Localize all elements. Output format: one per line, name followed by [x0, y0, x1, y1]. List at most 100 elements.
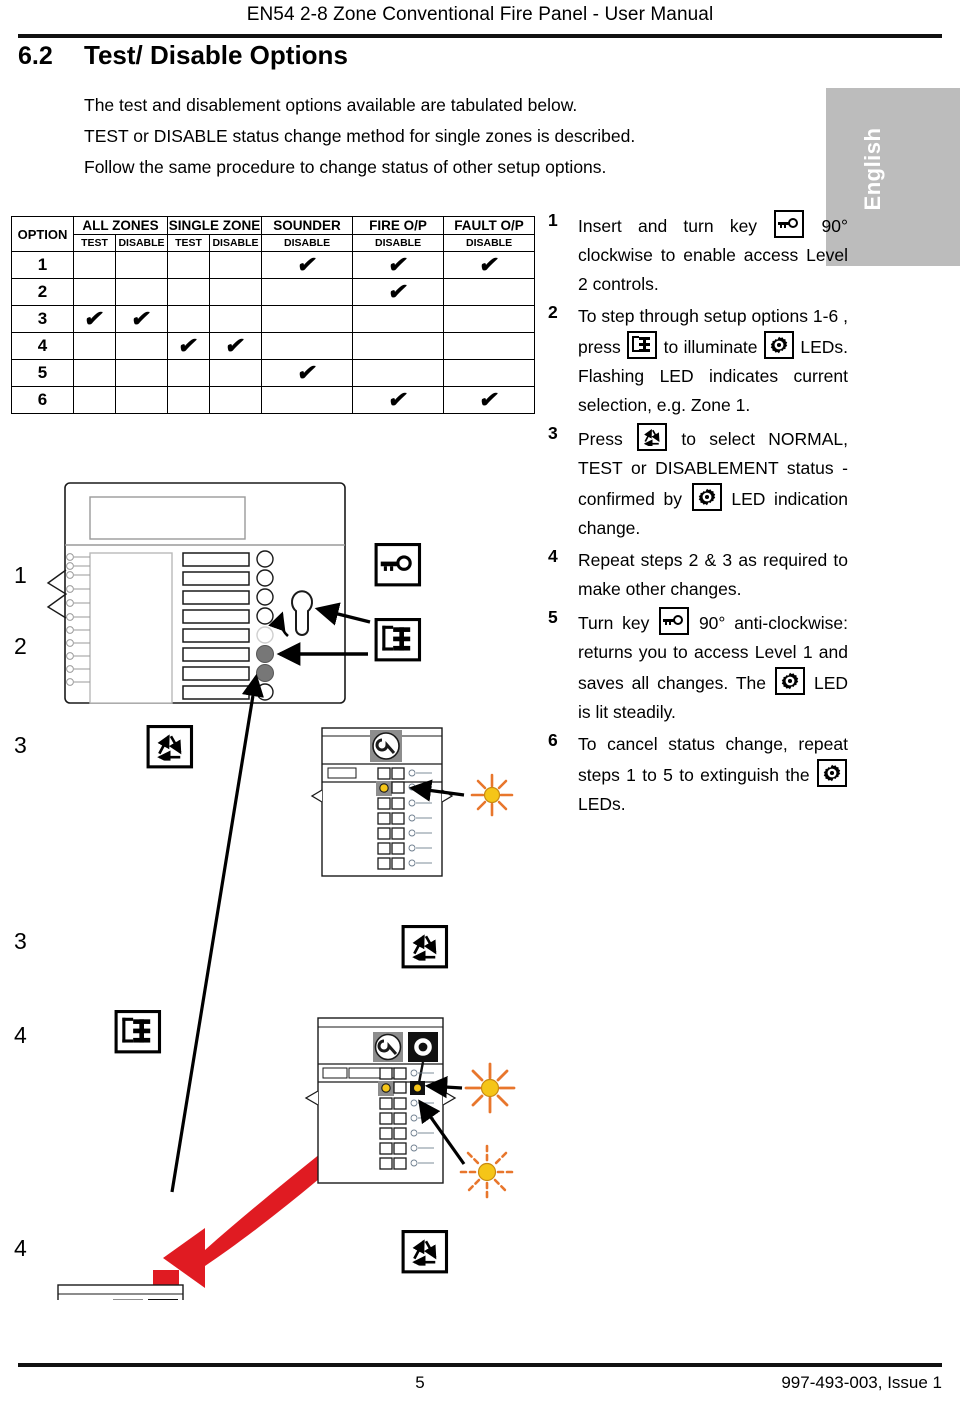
- options-sub-header-0-0: TEST: [73, 234, 116, 252]
- intro-line-1: The test and disablement options availab…: [84, 95, 578, 115]
- step-number: 6: [548, 730, 558, 750]
- panel-detail-b: [44, 1284, 197, 1405]
- options-table-group-row: OPTION ALL ZONES SINGLE ZONE SOUNDER FIRE O/…: [11, 216, 536, 252]
- diagram-step-label-1: 2: [14, 633, 27, 659]
- instruction-step-6: 6 To cancel status change, repeat steps 1…: [548, 730, 848, 819]
- option-cell-1-2: [167, 251, 211, 279]
- options-table: OPTION ALL ZONES SINGLE ZONE SOUNDER FIRE O/…: [11, 216, 536, 414]
- option-cell-6-2: [167, 386, 211, 414]
- option-cell-2-5: ✔: [352, 278, 445, 306]
- options-group-header-3: FIRE O/P: [352, 216, 445, 235]
- fire-panel-front: [46, 482, 346, 704]
- footer-reference: 997-493-003, Issue 1: [781, 1373, 942, 1392]
- intro-line-3: Follow the same procedure to change stat…: [84, 157, 607, 177]
- option-cell-2-0: [73, 278, 116, 306]
- instruction-steps: 1 Insert and turn key 90° clockwise to en…: [548, 210, 848, 822]
- step-number: 1: [548, 210, 558, 230]
- option-cell-4-6: [443, 332, 536, 360]
- key-icon: [659, 607, 690, 635]
- diagram-step-label-5: 4: [14, 1235, 27, 1261]
- step-text: Repeat steps 2 & 3 as required to make o…: [578, 550, 848, 599]
- option-cell-3-0: ✔: [73, 305, 116, 333]
- document-header: EN54 2-8 Zone Conventional Fire Panel - …: [246, 4, 714, 25]
- option-cell-3-3: [209, 305, 263, 333]
- panel-detail-c: [304, 1017, 457, 1184]
- diagram-icon-0: [373, 543, 423, 587]
- step-body: To step through setup options 1-6 , pres…: [578, 302, 848, 420]
- option-cell-2-4: [261, 278, 354, 306]
- gear-icon: [770, 336, 788, 354]
- option-cell-3-4: [261, 305, 354, 333]
- triangle-cycle-icon-box: [146, 725, 194, 769]
- tick-icon: ✔: [129, 305, 154, 331]
- option-cell-4-3: ✔: [209, 332, 263, 360]
- options-table-head: OPTION ALL ZONES SINGLE ZONE SOUNDER FIRE O/…: [11, 216, 536, 252]
- intro-text: The test and disablement options availab…: [84, 92, 784, 185]
- options-group-header-1: SINGLE ZONE: [167, 216, 263, 235]
- tick-icon: ✔: [477, 386, 501, 412]
- procedure-diagram: [0, 470, 545, 1405]
- option-cell-6-5: ✔: [352, 386, 445, 414]
- table-row: 2 ✔: [11, 278, 536, 306]
- option-cell-4-5: [352, 332, 445, 360]
- options-sub-header-0-1: DISABLE: [114, 234, 169, 252]
- option-cell-4-4: [261, 332, 354, 360]
- options-sub-header-1-0: TEST: [167, 234, 211, 252]
- option-cell-3-1: ✔: [114, 305, 169, 333]
- tick-icon: ✔: [386, 251, 410, 277]
- options-table-sub-row: TEST DISABLE TEST DISABLE DISABLE DISABLE DISA…: [12, 234, 536, 252]
- option-cell-1-5: ✔: [352, 251, 445, 279]
- options-sub-header-1-1: DISABLE: [209, 234, 263, 252]
- manual-page: EN54 2-8 Zone Conventional Fire Panel - …: [0, 0, 960, 1405]
- step-body: Turn key 90° anti-clockwise: returns you…: [578, 607, 848, 727]
- step-icon: [627, 331, 658, 359]
- instruction-step-4: 4 Repeat steps 2 & 3 as required to make …: [548, 546, 848, 604]
- options-group-header-4: FAULT O/P: [443, 216, 536, 235]
- step-text: to illuminate: [658, 337, 763, 357]
- step-number: 3: [548, 423, 558, 443]
- option-number-4: 4: [11, 332, 74, 360]
- tick-icon: ✔: [223, 332, 248, 358]
- option-cell-5-3: [209, 359, 263, 387]
- options-table-body: 1 ✔ ✔ ✔ 2 ✔ 3 ✔ ✔ 4 ✔ ✔ 5 ✔ 6 ✔ ✔: [11, 251, 536, 414]
- section-number: 6.2: [18, 42, 53, 70]
- option-cell-2-1: [114, 278, 169, 306]
- option-cell-6-6: ✔: [443, 386, 536, 414]
- option-number-6: 6: [11, 386, 74, 414]
- footer-divider: [18, 1363, 942, 1367]
- instruction-step-1: 1 Insert and turn key 90° clockwise to en…: [548, 210, 848, 299]
- triangle-cycle-icon: [157, 734, 182, 761]
- diagram-icon-4: [113, 1010, 163, 1054]
- option-cell-3-2: [167, 305, 211, 333]
- gear-icon-box: [763, 331, 794, 359]
- triangle-cycle-icon: [412, 1239, 437, 1266]
- diagram-icon-5: [400, 1230, 450, 1274]
- diagram-svg: [44, 482, 516, 1405]
- option-cell-1-3: [209, 251, 263, 279]
- step-text: To cancel status change, repeat steps 1 …: [578, 734, 848, 785]
- tick-icon: ✔: [386, 386, 410, 412]
- step-text: Press: [578, 429, 637, 449]
- step-text: LEDs.: [578, 794, 626, 814]
- option-cell-3-5: [352, 305, 445, 333]
- tick-icon: ✔: [295, 251, 319, 277]
- option-cell-6-4: [261, 386, 354, 414]
- gear-icon-box: [691, 483, 722, 511]
- diagram-icon-2: [145, 725, 195, 769]
- table-row: 1 ✔ ✔ ✔: [11, 251, 536, 279]
- option-cell-1-6: ✔: [443, 251, 536, 279]
- gear-icon-box: [817, 759, 847, 787]
- tick-icon: ✔: [295, 359, 319, 385]
- footer-page-number: 5: [415, 1373, 425, 1392]
- options-group-header-0: ALL ZONES: [72, 216, 169, 235]
- instruction-step-3: 3 Press to select NORMAL, TEST or DISABLE…: [548, 423, 848, 543]
- tick-icon: ✔: [176, 332, 201, 358]
- table-row: 6 ✔ ✔: [11, 386, 536, 414]
- step-text: Turn key: [578, 613, 659, 633]
- header-divider: [18, 34, 942, 38]
- step-body: To cancel status change, repeat steps 1 …: [578, 730, 848, 819]
- triangle-cycle-icon: [412, 934, 437, 961]
- tick-icon: ✔: [386, 278, 410, 304]
- triangle-cycle-icon: [643, 429, 660, 446]
- triangle-cycle-icon-box: [401, 925, 449, 969]
